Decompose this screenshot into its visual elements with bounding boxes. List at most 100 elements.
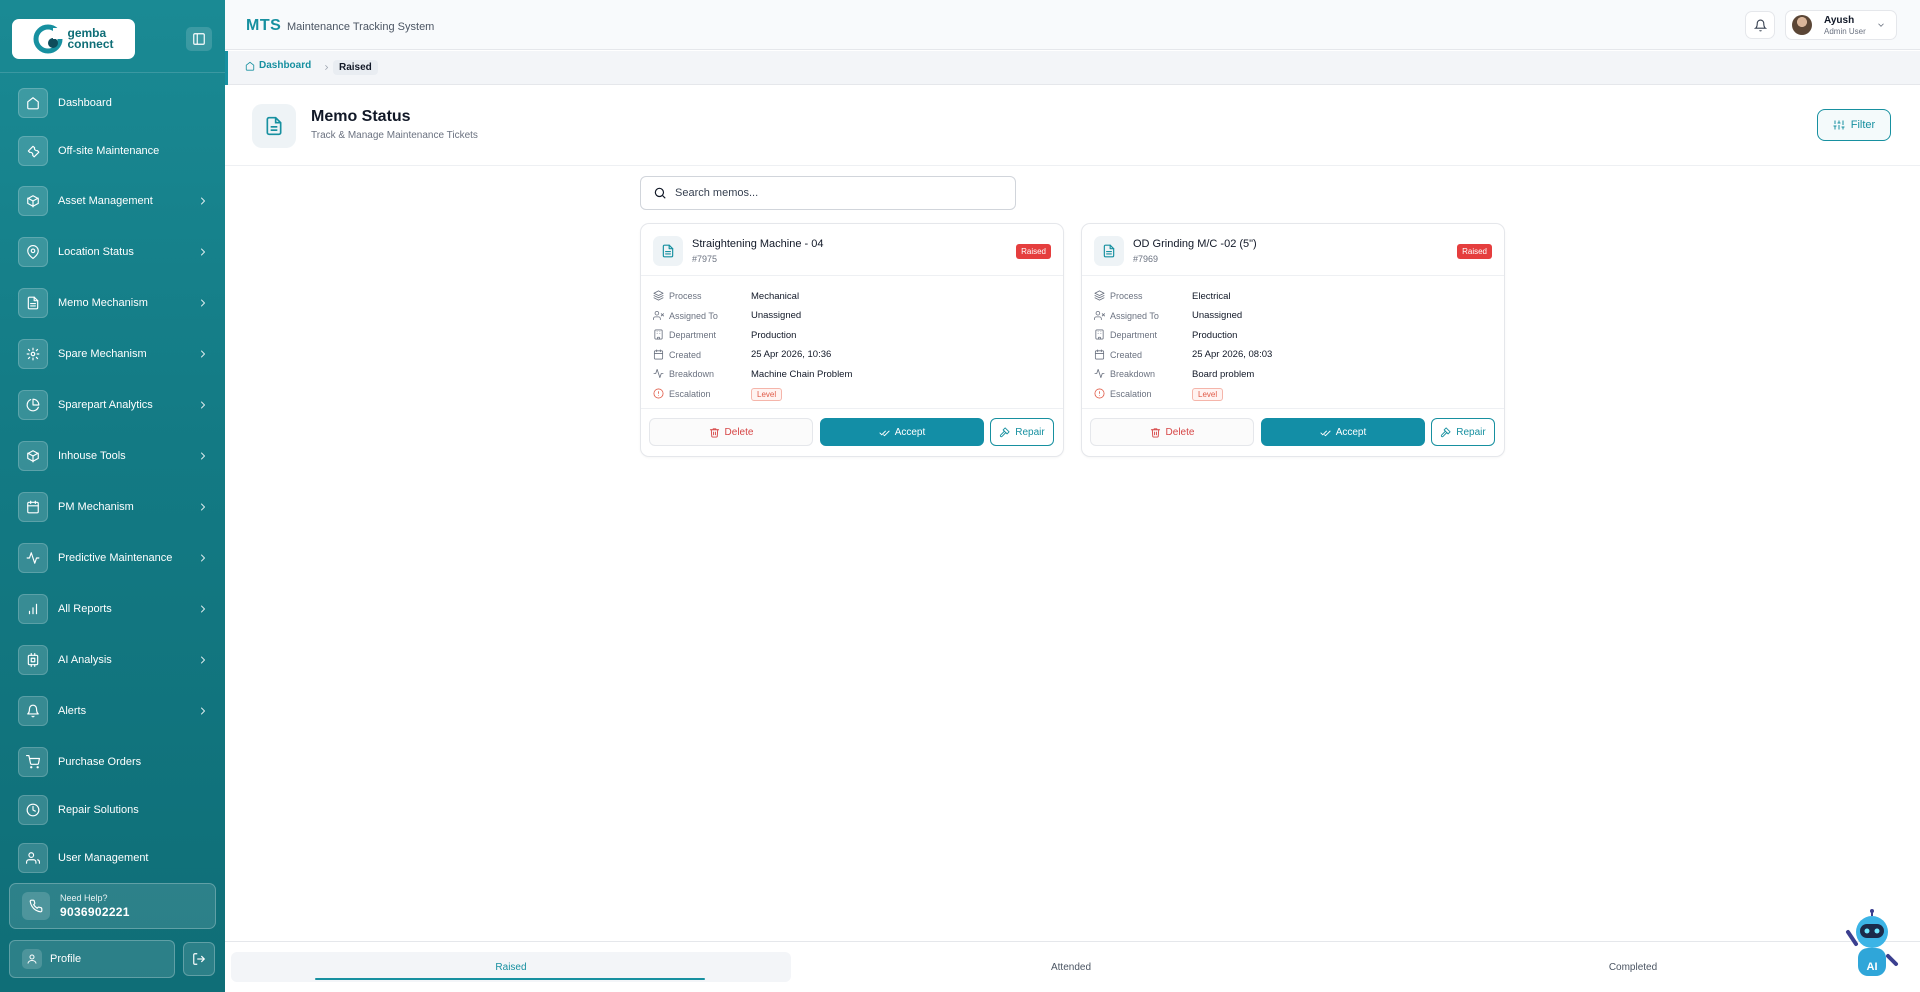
sidebar-item-sparepart-analytics[interactable]: Sparepart Analytics bbox=[18, 387, 213, 423]
notifications-button[interactable] bbox=[1745, 11, 1775, 39]
sidebar-item-spare-mechanism[interactable]: Spare Mechanism bbox=[18, 336, 213, 372]
delete-button[interactable]: Delete bbox=[649, 418, 813, 446]
memo-title: Straightening Machine - 04 bbox=[692, 238, 824, 250]
accept-button[interactable]: Accept bbox=[820, 418, 984, 446]
filter-button[interactable]: Filter bbox=[1817, 109, 1891, 141]
sidebar-item-memo-mechanism[interactable]: Memo Mechanism bbox=[18, 285, 213, 321]
sidebar-item-label: All Reports bbox=[58, 603, 112, 615]
profile-button[interactable]: Profile bbox=[9, 940, 175, 978]
search-icon bbox=[654, 187, 666, 199]
sidebar-item-label: Sparepart Analytics bbox=[58, 399, 153, 411]
sidebar-item-purchase-orders[interactable]: Purchase Orders bbox=[18, 744, 213, 780]
repair-button[interactable]: Repair bbox=[1431, 418, 1495, 446]
user-menu[interactable]: Ayush Admin User bbox=[1785, 10, 1897, 40]
sidebar-divider bbox=[0, 72, 225, 73]
phone-icon bbox=[22, 892, 50, 920]
memo-department-value: Production bbox=[751, 329, 797, 341]
memo-id: #7969 bbox=[1133, 254, 1159, 264]
sidebar-item-dashboard[interactable]: Dashboard bbox=[18, 85, 213, 121]
breadcrumb-accent bbox=[225, 51, 228, 85]
help-phone: 9036902221 bbox=[60, 905, 130, 919]
home-icon bbox=[18, 88, 48, 118]
status-badge: Raised bbox=[1457, 244, 1492, 259]
delete-label: Delete bbox=[1165, 426, 1195, 438]
map-pin-icon bbox=[18, 237, 48, 267]
user-name: Ayush bbox=[1824, 14, 1855, 26]
page-subtitle: Track & Manage Maintenance Tickets bbox=[311, 130, 478, 141]
panel-left-icon bbox=[193, 33, 205, 45]
sidebar-item-label: Location Status bbox=[58, 246, 134, 258]
memo-created-label: Created bbox=[1110, 349, 1143, 360]
ai-assistant-robot-icon[interactable]: AI bbox=[1842, 908, 1902, 980]
sidebar-item-alerts[interactable]: Alerts bbox=[18, 693, 213, 729]
breadcrumb-home-link[interactable]: Dashboard bbox=[245, 60, 311, 71]
delete-label: Delete bbox=[724, 426, 754, 438]
wrench-icon bbox=[18, 136, 48, 166]
repair-button[interactable]: Repair bbox=[990, 418, 1054, 446]
memo-card-header: OD Grinding M/C -02 (5") #7969 Raised bbox=[1082, 224, 1504, 276]
search-box bbox=[640, 176, 1016, 210]
repair-label: Repair bbox=[1456, 426, 1486, 438]
status-tabs: Raised Attended Completed bbox=[225, 941, 1920, 992]
memo-assigned-label: Assigned To bbox=[669, 310, 718, 321]
memo-field-process: Process Mechanical bbox=[653, 288, 1053, 304]
activity-icon bbox=[1094, 368, 1106, 380]
memo-breakdown-label: Breakdown bbox=[669, 369, 715, 379]
status-badge: Raised bbox=[1016, 244, 1051, 259]
sidebar-item-ai-analysis[interactable]: AI Analysis bbox=[18, 642, 213, 678]
sidebar-item-location-status[interactable]: Location Status bbox=[18, 234, 213, 270]
svg-text:AI: AI bbox=[1867, 961, 1878, 973]
chevron-right-icon bbox=[197, 195, 209, 207]
memo-card-header: Straightening Machine - 04 #7975 Raised bbox=[641, 224, 1063, 276]
brand-logo[interactable]: gemba connect bbox=[12, 19, 135, 59]
tab-completed[interactable]: Completed bbox=[1353, 952, 1913, 982]
memo-card[interactable]: OD Grinding M/C -02 (5") #7969 Raised Proce… bbox=[1081, 223, 1505, 457]
memo-card[interactable]: Straightening Machine - 04 #7975 Raised Pro… bbox=[640, 223, 1064, 457]
memo-field-escalation: Escalation Level bbox=[653, 386, 1053, 402]
calendar-icon bbox=[18, 492, 48, 522]
help-contact[interactable]: Need Help? 9036902221 bbox=[9, 883, 216, 929]
memo-assigned-label: Assigned To bbox=[1110, 310, 1159, 321]
sidebar-item-label: Purchase Orders bbox=[58, 756, 142, 768]
sidebar-item-predictive-maintenance[interactable]: Predictive Maintenance bbox=[18, 540, 213, 576]
document-icon bbox=[1094, 236, 1124, 266]
filter-label: Filter bbox=[1850, 119, 1876, 131]
memo-field-department: Department Production bbox=[653, 327, 1053, 343]
sidebar-item-label: AI Analysis bbox=[58, 654, 112, 666]
user-role: Admin User bbox=[1824, 26, 1866, 36]
user-x-icon bbox=[653, 310, 665, 322]
memo-escalation-label: Escalation bbox=[669, 389, 711, 399]
chevron-right-icon bbox=[197, 246, 209, 258]
document-icon bbox=[252, 104, 296, 148]
sidebar-item-inhouse-tools[interactable]: Inhouse Tools bbox=[18, 438, 213, 474]
memo-department-value: Production bbox=[1192, 329, 1238, 341]
calendar-icon bbox=[653, 349, 665, 361]
sidebar-item-label: Spare Mechanism bbox=[58, 348, 147, 360]
app-name: Maintenance Tracking System bbox=[287, 21, 435, 33]
delete-button[interactable]: Delete bbox=[1090, 418, 1254, 446]
logout-button[interactable] bbox=[183, 942, 215, 976]
sidebar-item-pm-mechanism[interactable]: PM Mechanism bbox=[18, 489, 213, 525]
profile-label: Profile bbox=[50, 953, 82, 965]
sidebar-item-label: Dashboard bbox=[58, 97, 112, 109]
cube-icon bbox=[18, 441, 48, 471]
memo-breakdown-label: Breakdown bbox=[1110, 369, 1156, 379]
top-header: MTS Maintenance Tracking System Ayush Ad… bbox=[225, 0, 1920, 50]
sidebar-item-all-reports[interactable]: All Reports bbox=[18, 591, 213, 627]
sidebar-item-asset-management[interactable]: Asset Management bbox=[18, 183, 213, 219]
memo-title: OD Grinding M/C -02 (5") bbox=[1133, 238, 1257, 250]
sidebar-item-off-site-maintenance[interactable]: Off-site Maintenance bbox=[18, 133, 213, 169]
accept-button[interactable]: Accept bbox=[1261, 418, 1425, 446]
sidebar-collapse-button[interactable] bbox=[186, 27, 212, 51]
sliders-icon bbox=[1833, 120, 1845, 130]
memo-process-label: Process bbox=[669, 291, 702, 301]
sidebar-item-label: Alerts bbox=[58, 705, 87, 717]
accept-label: Accept bbox=[1335, 426, 1367, 438]
search-input[interactable] bbox=[675, 187, 995, 199]
breadcrumb: Dashboard Raised bbox=[225, 51, 1920, 85]
chevron-right-icon bbox=[197, 348, 209, 360]
sidebar-item-user-management[interactable]: User Management bbox=[18, 840, 213, 876]
tab-attended[interactable]: Attended bbox=[791, 952, 1351, 982]
sidebar-item-repair-solutions[interactable]: Repair Solutions bbox=[18, 792, 213, 828]
cart-icon bbox=[18, 747, 48, 777]
